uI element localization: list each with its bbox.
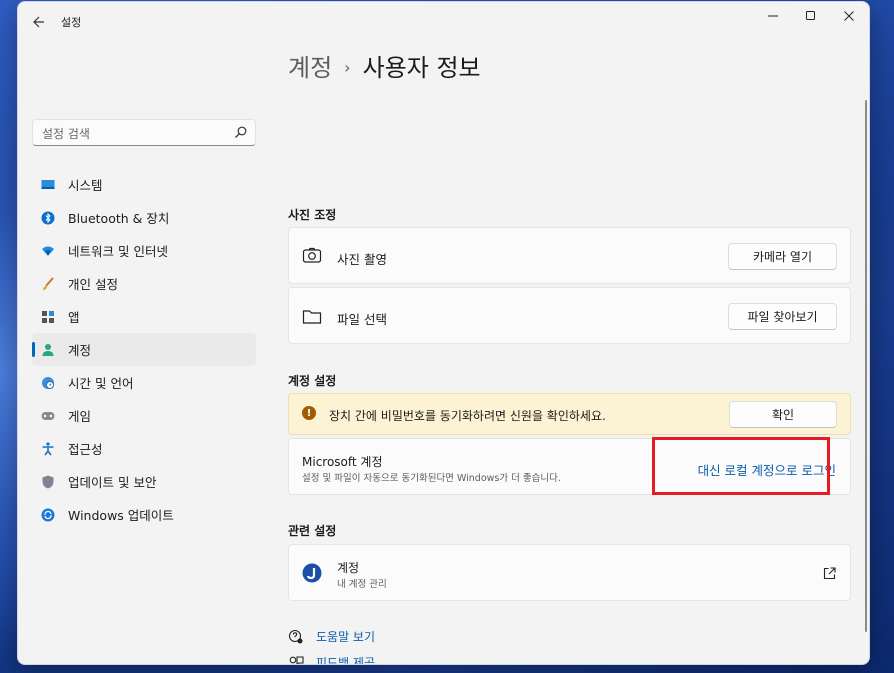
section-title-account-settings: 계정 설정 [288, 374, 337, 388]
sidebar-item-label: 게임 [68, 409, 92, 424]
sidebar-item-gaming[interactable]: 게임 [32, 399, 256, 432]
section-title-related: 관련 설정 [288, 524, 337, 538]
back-button[interactable] [28, 11, 50, 33]
accessibility-icon [41, 442, 55, 456]
sidebar-item-accounts[interactable]: 계정 [32, 333, 256, 366]
maximize-icon [806, 11, 815, 20]
take-photo-card: 사진 촬영 카메라 열기 [288, 227, 851, 284]
sidebar-item-label: 계정 [68, 343, 92, 358]
sidebar-item-label: 앱 [68, 310, 80, 325]
globe-clock-icon [41, 376, 55, 390]
microsoft-account-title: Microsoft 계정 [302, 455, 383, 469]
sidebar-item-label: 네트워크 및 인터넷 [68, 244, 168, 259]
minimize-icon [768, 15, 778, 17]
sidebar-item-label: 시스템 [68, 178, 103, 193]
related-accounts-card[interactable]: 계정 내 계정 관리 [288, 544, 851, 601]
windows-update-icon [41, 508, 55, 522]
apps-icon [41, 310, 55, 324]
verify-identity-text: 장치 간에 비밀번호를 동기화하려면 신원을 확인하세요. [329, 409, 606, 423]
feedback-icon [289, 655, 304, 664]
highlight-annotation-box [652, 437, 830, 495]
sidebar-item-bluetooth[interactable]: Bluetooth & 장치 [32, 201, 256, 234]
accounts-logo-icon [302, 563, 322, 583]
maximize-button[interactable] [791, 5, 831, 27]
search-box[interactable]: 설정 검색 [32, 119, 256, 146]
verify-button[interactable]: 확인 [729, 401, 837, 428]
search-input[interactable]: 설정 검색 [42, 125, 90, 142]
sidebar-item-label: 업데이트 및 보안 [68, 475, 157, 490]
help-link[interactable]: 도움말 보기 [288, 628, 375, 645]
browse-files-button[interactable]: 파일 찾아보기 [728, 303, 837, 330]
minimize-button[interactable] [753, 5, 793, 27]
sidebar-item-label: 개인 설정 [68, 277, 118, 292]
open-camera-button[interactable]: 카메라 열기 [728, 243, 837, 270]
external-link-icon [823, 567, 836, 580]
settings-window: 설정 설정 검색 시스템 Bluetooth & 장치 네트워크 및 인터넷 개… [17, 1, 870, 665]
app-title: 설정 [61, 16, 82, 29]
sidebar-item-label: 접근성 [68, 442, 103, 457]
person-icon [41, 343, 55, 357]
sidebar-item-update-security[interactable]: 업데이트 및 보안 [32, 465, 256, 498]
feedback-link-label: 피드백 제공 [316, 656, 376, 665]
sidebar-item-accessibility[interactable]: 접근성 [32, 432, 256, 465]
sidebar-item-apps[interactable]: 앱 [32, 300, 256, 333]
feedback-link[interactable]: 피드백 제공 [288, 654, 376, 665]
help-icon [288, 629, 303, 643]
shield-icon [41, 475, 55, 489]
sidebar-item-personalization[interactable]: 개인 설정 [32, 267, 256, 300]
chevron-right-icon: › [344, 58, 351, 77]
help-link-label: 도움말 보기 [316, 630, 376, 644]
take-photo-label: 사진 촬영 [337, 252, 387, 267]
close-button[interactable] [829, 5, 869, 27]
microsoft-account-description: 설정 및 파일이 자동으로 동기화된다면 Windows가 더 좋습니다. [302, 473, 561, 484]
search-icon [235, 126, 247, 138]
bluetooth-icon [41, 211, 55, 225]
title-bar: 설정 [18, 2, 869, 40]
folder-icon [302, 310, 322, 324]
sidebar-item-label: Bluetooth & 장치 [68, 211, 170, 226]
close-icon [844, 11, 854, 21]
camera-icon [302, 247, 322, 263]
monitor-icon [41, 178, 55, 192]
related-accounts-subtitle: 내 계정 관리 [337, 579, 387, 590]
choose-file-label: 파일 선택 [337, 312, 387, 327]
section-title-photo: 사진 조정 [288, 208, 337, 222]
sidebar: 설정 검색 시스템 Bluetooth & 장치 네트워크 및 인터넷 개인 설… [32, 119, 256, 531]
page-title: 사용자 정보 [362, 54, 481, 82]
sidebar-item-windows-update[interactable]: Windows 업데이트 [32, 498, 256, 531]
sidebar-item-label: 시간 및 언어 [68, 376, 134, 391]
sidebar-item-time-language[interactable]: 시간 및 언어 [32, 366, 256, 399]
breadcrumb: 계정 › 사용자 정보 [288, 48, 481, 83]
scrollbar[interactable] [865, 100, 867, 632]
related-accounts-title: 계정 [337, 561, 360, 575]
sidebar-item-network[interactable]: 네트워크 및 인터넷 [32, 234, 256, 267]
sidebar-item-label: Windows 업데이트 [68, 508, 174, 523]
sidebar-item-system[interactable]: 시스템 [32, 168, 256, 201]
gamepad-icon [41, 409, 55, 423]
warning-icon: ! [302, 406, 316, 420]
sidebar-nav: 시스템 Bluetooth & 장치 네트워크 및 인터넷 개인 설정 앱 계정… [32, 168, 256, 531]
verify-identity-banner: ! 장치 간에 비밀번호를 동기화하려면 신원을 확인하세요. 확인 [288, 393, 851, 435]
brush-icon [41, 277, 55, 291]
wifi-icon [41, 244, 55, 258]
breadcrumb-parent[interactable]: 계정 [288, 54, 332, 82]
arrow-left-icon [33, 16, 44, 28]
choose-file-card: 파일 선택 파일 찾아보기 [288, 287, 851, 344]
